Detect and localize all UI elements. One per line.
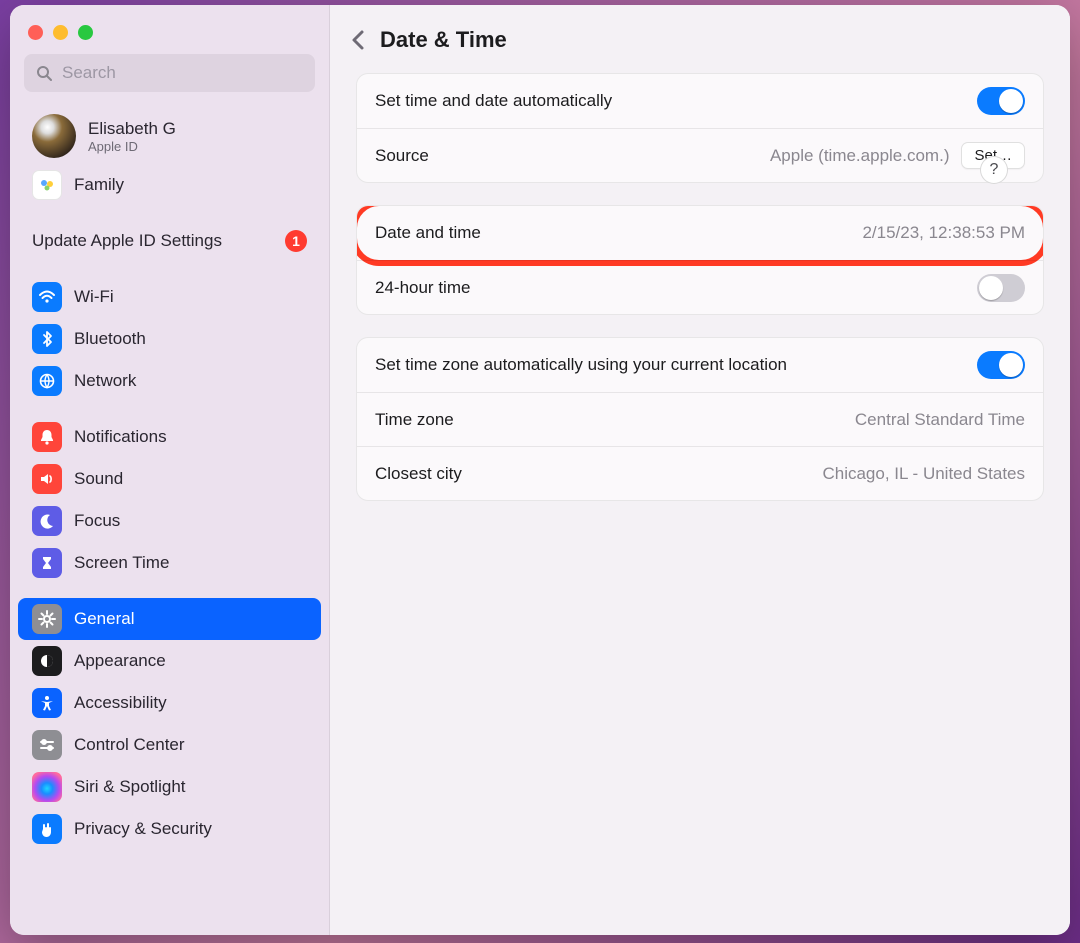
sidebar-item-label: Update Apple ID Settings	[32, 231, 273, 251]
account-row[interactable]: Elisabeth G Apple ID	[18, 108, 321, 164]
group-time: Set time and date automatically Source A…	[356, 73, 1044, 183]
sidebar-item-label: Control Center	[74, 735, 307, 755]
row-label: Date and time	[375, 223, 481, 243]
sidebar-item-label: Sound	[74, 469, 307, 489]
sidebar-item-label: Bluetooth	[74, 329, 307, 349]
search-field[interactable]	[24, 54, 315, 92]
siri-icon	[32, 772, 62, 802]
page-title: Date & Time	[380, 27, 507, 53]
sidebar-item-label: Screen Time	[74, 553, 307, 573]
sidebar-item-label: Family	[74, 175, 307, 195]
sidebar-item-wifi[interactable]: Wi-Fi	[18, 276, 321, 318]
hourglass-icon	[32, 548, 62, 578]
sidebar-item-notifications[interactable]: Notifications	[18, 416, 321, 458]
bell-icon	[32, 422, 62, 452]
sidebar-item-family[interactable]: Family	[18, 164, 321, 206]
search-input[interactable]	[60, 62, 303, 84]
content: Set time and date automatically Source A…	[330, 57, 1070, 569]
sidebar-item-general[interactable]: General	[18, 598, 321, 640]
avatar	[32, 114, 76, 158]
sidebar-item-label: Accessibility	[74, 693, 307, 713]
row-label: Source	[375, 146, 429, 166]
sidebar-item-label: Wi-Fi	[74, 287, 307, 307]
sidebar-item-focus[interactable]: Focus	[18, 500, 321, 542]
sidebar-item-accessibility[interactable]: Accessibility	[18, 682, 321, 724]
sidebar-item-screen-time[interactable]: Screen Time	[18, 542, 321, 584]
sidebar-item-label: Notifications	[74, 427, 307, 447]
back-button[interactable]	[350, 29, 366, 51]
sidebar-item-siri-spotlight[interactable]: Siri & Spotlight	[18, 766, 321, 808]
auto-timezone-toggle[interactable]	[977, 351, 1025, 379]
datetime-value: 2/15/23, 12:38:53 PM	[862, 223, 1025, 243]
maximize-icon[interactable]	[78, 25, 93, 40]
row-label: Time zone	[375, 410, 454, 430]
moon-icon	[32, 506, 62, 536]
auto-time-toggle[interactable]	[977, 87, 1025, 115]
sidebar-item-label: Appearance	[74, 651, 307, 671]
gear-icon	[32, 604, 62, 634]
appearance-icon	[32, 646, 62, 676]
sidebar-item-label: Siri & Spotlight	[74, 777, 307, 797]
hand-icon	[32, 814, 62, 844]
account-name: Elisabeth G	[88, 119, 176, 139]
row-24-hour: 24-hour time	[357, 260, 1043, 314]
row-auto-time: Set time and date automatically	[357, 74, 1043, 128]
header: Date & Time	[330, 5, 1070, 57]
row-label: Closest city	[375, 464, 462, 484]
update-badge: 1	[285, 230, 307, 252]
row-label: Set time and date automatically	[375, 91, 612, 111]
source-value: Apple (time.apple.com.)	[770, 146, 950, 166]
settings-window: Elisabeth G Apple ID Family Update Apple…	[10, 5, 1070, 935]
wifi-icon	[32, 282, 62, 312]
window-controls	[10, 13, 329, 54]
sliders-icon	[32, 730, 62, 760]
row-closest-city: Closest city Chicago, IL - United States	[357, 446, 1043, 500]
twentyfour-toggle[interactable]	[977, 274, 1025, 302]
sidebar-item-appearance[interactable]: Appearance	[18, 640, 321, 682]
close-icon[interactable]	[28, 25, 43, 40]
sound-icon	[32, 464, 62, 494]
family-icon	[32, 170, 62, 200]
row-date-time[interactable]: Date and time 2/15/23, 12:38:53 PM	[357, 206, 1043, 260]
sidebar-item-update-apple-id[interactable]: Update Apple ID Settings 1	[18, 220, 321, 262]
network-icon	[32, 366, 62, 396]
row-label: 24-hour time	[375, 278, 470, 298]
search-icon	[36, 65, 52, 81]
sidebar-item-privacy-security[interactable]: Privacy & Security	[18, 808, 321, 850]
row-timezone: Time zone Central Standard Time	[357, 392, 1043, 446]
group-timezone: Set time zone automatically using your c…	[356, 337, 1044, 501]
sidebar-item-label: General	[74, 609, 307, 629]
help-button[interactable]: ?	[980, 156, 1008, 184]
accessibility-icon	[32, 688, 62, 718]
main-panel: Date & Time Set time and date automatica…	[330, 5, 1070, 935]
sidebar-item-network[interactable]: Network	[18, 360, 321, 402]
row-source: Source Apple (time.apple.com.) Set…	[357, 128, 1043, 182]
city-value: Chicago, IL - United States	[822, 464, 1025, 484]
sidebar-item-sound[interactable]: Sound	[18, 458, 321, 500]
timezone-value: Central Standard Time	[855, 410, 1025, 430]
bluetooth-icon	[32, 324, 62, 354]
row-auto-timezone: Set time zone automatically using your c…	[357, 338, 1043, 392]
sidebar: Elisabeth G Apple ID Family Update Apple…	[10, 5, 330, 935]
sidebar-item-label: Focus	[74, 511, 307, 531]
sidebar-item-label: Privacy & Security	[74, 819, 307, 839]
row-label: Set time zone automatically using your c…	[375, 355, 787, 375]
minimize-icon[interactable]	[53, 25, 68, 40]
sidebar-item-control-center[interactable]: Control Center	[18, 724, 321, 766]
account-sub: Apple ID	[88, 139, 176, 154]
sidebar-item-bluetooth[interactable]: Bluetooth	[18, 318, 321, 360]
chevron-left-icon	[350, 29, 366, 51]
sidebar-item-label: Network	[74, 371, 307, 391]
group-datetime: Date and time 2/15/23, 12:38:53 PM 24-ho…	[356, 205, 1044, 315]
